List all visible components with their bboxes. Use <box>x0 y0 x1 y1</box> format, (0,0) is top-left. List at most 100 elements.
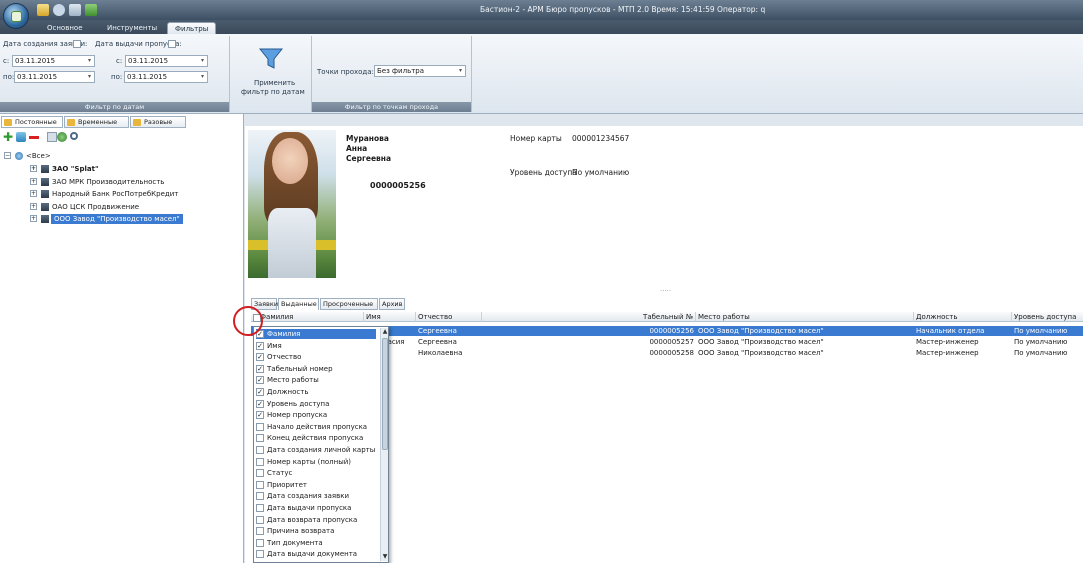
cell-workplace: ООО Завод "Производство масел" <box>698 338 824 346</box>
access-level-value: По умолчанию <box>572 168 630 177</box>
created-date-checkbox[interactable] <box>73 40 81 48</box>
checked-checkbox-icon[interactable]: ✓ <box>256 388 264 396</box>
checkbox-icon[interactable] <box>256 504 264 512</box>
edit-icon[interactable] <box>47 132 57 142</box>
cell-access-level: По умолчанию <box>1014 327 1068 335</box>
checkbox-icon[interactable] <box>256 434 264 443</box>
tree-root-label: <Все> <box>26 152 51 160</box>
checkbox-icon[interactable] <box>256 527 264 536</box>
created-from-input[interactable]: 03.11.2015 ▾ <box>12 55 95 67</box>
tab-issued[interactable]: Выданные <box>278 298 319 310</box>
points-select[interactable]: Без фильтра ▾ <box>374 65 466 77</box>
col-header-first-name[interactable]: Имя <box>364 312 416 322</box>
app-menu-button[interactable] <box>3 3 29 29</box>
building-icon <box>41 203 49 211</box>
cell-tab-number: 0000005256 <box>649 327 694 335</box>
checked-checkbox-icon[interactable]: ✓ <box>256 376 264 385</box>
search-icon[interactable] <box>70 132 78 140</box>
person-number: 0000005256 <box>370 181 426 190</box>
building-icon <box>41 178 49 186</box>
expand-icon[interactable]: + <box>30 215 37 222</box>
scrollbar-thumb[interactable] <box>382 338 388 450</box>
add-person-icon[interactable] <box>16 132 26 142</box>
splitter[interactable]: ..... <box>248 284 1080 293</box>
folder-icon[interactable] <box>37 4 49 16</box>
cell-access-level: По умолчанию <box>1014 338 1068 346</box>
checked-checkbox-icon[interactable]: ✓ <box>256 399 264 408</box>
column-option-label: Конец действия пропуска <box>267 434 364 443</box>
tree-item-label: ЗАО МРК Производительность <box>52 178 165 186</box>
refresh-icon[interactable] <box>85 4 97 16</box>
add-icon[interactable]: ✚ <box>3 131 13 143</box>
tab-one-time[interactable]: Разовые <box>130 116 186 128</box>
apply-filter-label-2[interactable]: фильтр по датам <box>241 88 305 96</box>
col-header-middle-name[interactable]: Отчество <box>416 312 482 322</box>
checkbox-icon[interactable] <box>256 538 264 547</box>
checkbox-icon[interactable] <box>256 550 264 559</box>
apply-filter-label-1[interactable]: Применить <box>254 79 295 87</box>
dropdown-arrow-icon: ▾ <box>87 73 91 80</box>
search-icon[interactable] <box>53 4 65 16</box>
issued-from-input[interactable]: 03.11.2015 ▾ <box>125 55 208 67</box>
expand-icon[interactable]: + <box>30 190 37 197</box>
checkbox-icon[interactable] <box>256 422 264 431</box>
tab-expired[interactable]: Просроченные <box>320 298 378 310</box>
refresh-icon[interactable] <box>57 132 67 142</box>
checked-checkbox-icon[interactable]: ✓ <box>256 353 264 362</box>
dropdown-arrow-icon: ▾ <box>200 57 204 64</box>
tab-tools[interactable]: Инструменты <box>100 22 164 34</box>
tab-filters[interactable]: Фильтры <box>167 22 217 34</box>
cell-workplace: ООО Завод "Производство масел" <box>698 327 824 335</box>
checked-checkbox-icon[interactable]: ✓ <box>256 364 264 373</box>
badge-icon <box>67 119 75 126</box>
column-option-label: Дата возврата пропуска <box>267 515 358 524</box>
checked-checkbox-icon[interactable]: ✓ <box>256 411 264 420</box>
expand-icon[interactable]: + <box>30 203 37 210</box>
cell-access-level: По умолчанию <box>1014 349 1068 357</box>
column-option-label: Место работы <box>267 376 319 385</box>
expand-icon[interactable]: + <box>30 178 37 185</box>
issued-from-label: с: <box>116 57 123 65</box>
checkbox-icon[interactable] <box>256 457 264 466</box>
col-header-workplace[interactable]: Место работы <box>696 312 914 322</box>
column-option-label: Фамилия <box>267 330 301 338</box>
tree-item-label: ООО Завод "Производство масел" <box>51 214 183 224</box>
column-option-label: Должность <box>267 388 309 396</box>
checkbox-icon[interactable] <box>256 515 264 524</box>
checkbox-icon[interactable] <box>256 492 264 501</box>
remove-icon[interactable] <box>29 136 39 139</box>
date-filter-group-title: Фильтр по датам <box>0 102 229 112</box>
column-option-label: Статус <box>267 469 293 478</box>
print-icon[interactable] <box>69 4 81 16</box>
tab-main[interactable]: Основное <box>40 22 90 34</box>
checkbox-icon[interactable] <box>256 469 264 478</box>
scroll-down-icon[interactable]: ▼ <box>381 553 389 561</box>
issued-to-value: 03.11.2015 <box>127 73 168 81</box>
tab-temporary[interactable]: Временные <box>64 116 129 128</box>
splitter-grip[interactable]: ..... <box>660 285 671 293</box>
tab-permanent[interactable]: Постоянные <box>1 116 63 128</box>
created-to-label: по: <box>3 73 15 81</box>
created-to-input[interactable]: 03.11.2015 ▾ <box>14 71 95 83</box>
issued-to-input[interactable]: 03.11.2015 ▾ <box>124 71 208 83</box>
col-header-last-name[interactable]: Фамилия <box>258 312 364 322</box>
column-option[interactable]: ✓ Фамилия <box>256 329 376 339</box>
checked-checkbox-icon[interactable]: ✓ <box>256 341 264 350</box>
issued-date-checkbox[interactable] <box>168 40 176 48</box>
checkbox-icon[interactable] <box>256 480 264 489</box>
column-option-label: Причина возврата <box>267 527 335 536</box>
col-header-tab-number[interactable]: Табельный № <box>482 312 696 322</box>
tab-archive[interactable]: Архив <box>379 298 405 310</box>
dropdown-arrow-icon: ▾ <box>458 67 462 74</box>
scroll-up-icon[interactable]: ▲ <box>381 328 389 336</box>
column-option-label: Дата выдачи пропуска <box>267 504 352 512</box>
cell-tab-number: 0000005258 <box>649 349 694 357</box>
person-last-name: Муранова <box>346 134 389 143</box>
column-chooser-scrollbar[interactable]: ▲ ▼ <box>380 328 388 561</box>
filter-funnel-icon[interactable] <box>259 48 283 70</box>
col-header-position[interactable]: Должность <box>914 312 1012 322</box>
expand-icon[interactable]: + <box>30 165 37 172</box>
checkbox-icon[interactable] <box>256 446 264 454</box>
collapse-icon[interactable]: − <box>4 152 11 159</box>
col-header-access-level[interactable]: Уровень доступа <box>1012 312 1083 322</box>
